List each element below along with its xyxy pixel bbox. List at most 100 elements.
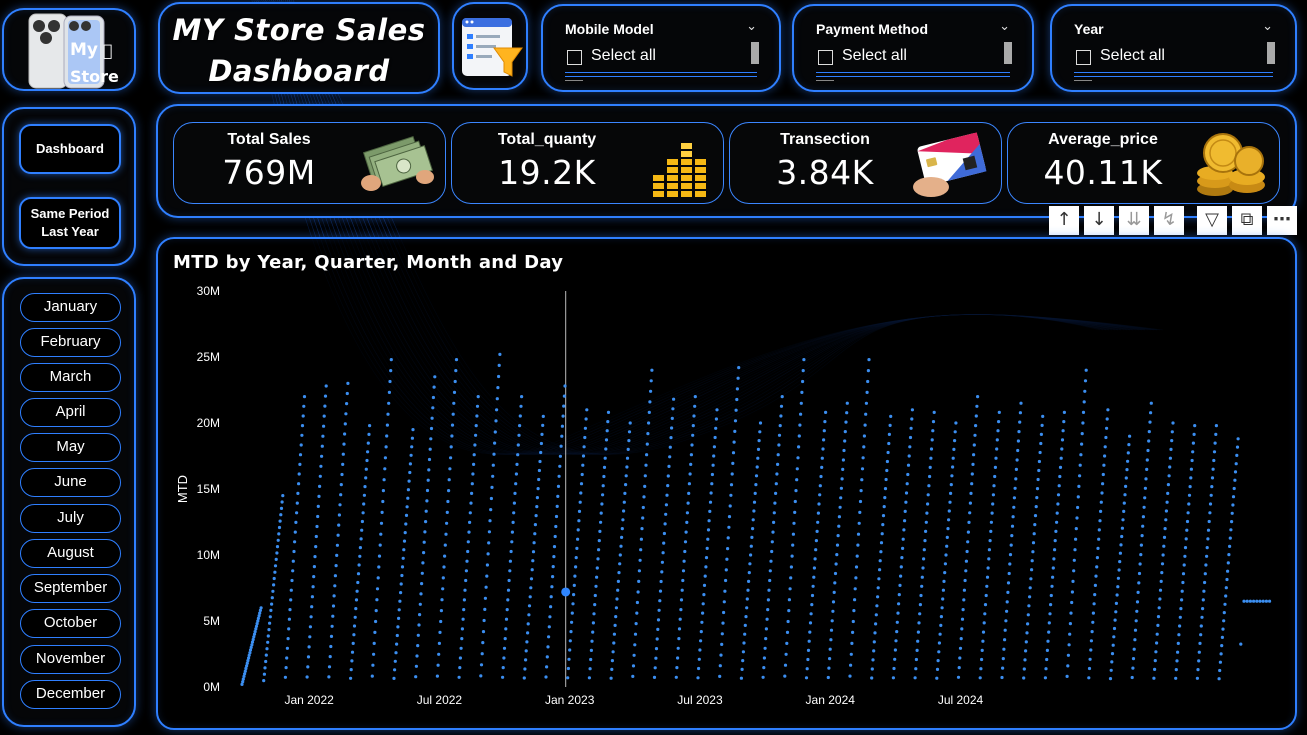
data-point[interactable]	[926, 493, 930, 497]
data-point[interactable]	[264, 653, 268, 657]
data-point[interactable]	[1055, 520, 1059, 524]
data-point[interactable]	[876, 595, 880, 599]
data-point[interactable]	[853, 587, 857, 591]
data-point[interactable]	[462, 598, 466, 602]
data-point[interactable]	[1187, 493, 1192, 497]
data-point[interactable]	[966, 530, 971, 534]
data-point[interactable]	[819, 474, 823, 479]
data-point[interactable]	[1083, 389, 1087, 393]
data-point[interactable]	[295, 501, 299, 505]
data-point[interactable]	[417, 623, 421, 627]
data-point[interactable]	[1022, 667, 1026, 671]
data-point[interactable]	[953, 439, 957, 443]
data-point[interactable]	[497, 363, 501, 367]
data-point[interactable]	[471, 472, 475, 476]
data-point[interactable]	[963, 578, 967, 583]
data-point[interactable]	[947, 518, 951, 522]
data-point[interactable]	[1065, 674, 1069, 678]
data-point[interactable]	[1192, 432, 1196, 436]
data-point[interactable]	[932, 410, 936, 414]
data-point[interactable]	[358, 546, 362, 550]
data-point[interactable]	[888, 423, 892, 427]
data-point[interactable]	[315, 524, 319, 529]
data-point[interactable]	[618, 553, 622, 557]
data-point[interactable]	[452, 390, 457, 394]
data-point[interactable]	[889, 414, 893, 418]
data-point[interactable]	[487, 541, 491, 545]
data-point[interactable]	[400, 573, 404, 578]
data-point[interactable]	[278, 519, 282, 523]
data-point[interactable]	[424, 520, 428, 524]
data-point[interactable]	[403, 531, 407, 535]
data-point[interactable]	[425, 499, 429, 503]
data-point[interactable]	[615, 597, 619, 601]
data-point[interactable]	[827, 666, 831, 670]
data-point[interactable]	[993, 474, 997, 479]
data-point[interactable]	[1140, 534, 1144, 538]
data-point[interactable]	[1031, 550, 1035, 554]
data-point[interactable]	[597, 539, 601, 543]
data-point[interactable]	[580, 472, 584, 477]
data-point[interactable]	[754, 474, 759, 478]
data-point[interactable]	[752, 500, 757, 504]
month-button-august[interactable]: August	[20, 539, 121, 568]
data-point[interactable]	[786, 619, 790, 624]
data-point[interactable]	[466, 540, 470, 544]
data-point[interactable]	[747, 571, 751, 575]
data-point[interactable]	[247, 656, 251, 660]
data-point[interactable]	[795, 478, 799, 482]
data-point[interactable]	[734, 408, 738, 412]
data-point[interactable]	[1222, 619, 1226, 623]
data-point[interactable]	[1184, 537, 1188, 541]
data-point[interactable]	[628, 421, 632, 425]
data-point[interactable]	[995, 438, 999, 442]
data-point[interactable]	[502, 656, 506, 660]
data-point[interactable]	[1045, 657, 1049, 662]
data-point[interactable]	[603, 456, 607, 460]
data-point[interactable]	[960, 627, 964, 631]
data-point[interactable]	[449, 456, 453, 460]
data-point[interactable]	[334, 564, 338, 568]
data-point[interactable]	[1056, 502, 1060, 506]
data-point[interactable]	[587, 676, 591, 680]
data-point[interactable]	[450, 434, 454, 438]
data-point[interactable]	[1099, 509, 1103, 513]
data-point[interactable]	[409, 453, 413, 457]
data-point[interactable]	[1226, 561, 1230, 565]
data-point[interactable]	[277, 525, 282, 530]
data-point[interactable]	[735, 387, 740, 391]
data-point[interactable]	[612, 641, 616, 645]
data-point[interactable]	[832, 590, 836, 594]
data-point[interactable]	[938, 632, 942, 636]
data-point[interactable]	[790, 554, 794, 558]
data-point[interactable]	[1141, 515, 1145, 519]
data-point[interactable]	[544, 675, 548, 679]
data-point[interactable]	[918, 612, 922, 616]
data-point[interactable]	[899, 565, 903, 569]
data-point[interactable]	[766, 598, 771, 602]
data-point[interactable]	[532, 541, 536, 545]
data-point[interactable]	[548, 615, 552, 619]
data-point[interactable]	[820, 456, 824, 460]
data-point[interactable]	[729, 483, 734, 487]
data-point[interactable]	[606, 410, 611, 414]
data-point[interactable]	[350, 650, 355, 654]
data-point[interactable]	[1145, 458, 1149, 462]
data-point[interactable]	[436, 663, 440, 667]
data-point[interactable]	[758, 430, 762, 434]
data-point[interactable]	[359, 537, 363, 541]
data-point[interactable]	[1115, 593, 1119, 597]
data-point[interactable]	[1233, 478, 1237, 482]
data-point[interactable]	[837, 524, 841, 528]
data-point[interactable]	[810, 593, 815, 598]
data-point[interactable]	[322, 414, 326, 418]
data-point[interactable]	[1145, 467, 1149, 471]
data-point[interactable]	[818, 484, 822, 488]
data-point[interactable]	[654, 647, 659, 651]
data-point[interactable]	[1166, 491, 1170, 495]
data-point[interactable]	[958, 646, 963, 650]
data-point[interactable]	[1061, 429, 1065, 433]
data-point[interactable]	[492, 452, 496, 456]
data-point[interactable]	[524, 649, 528, 653]
data-point[interactable]	[351, 641, 355, 645]
